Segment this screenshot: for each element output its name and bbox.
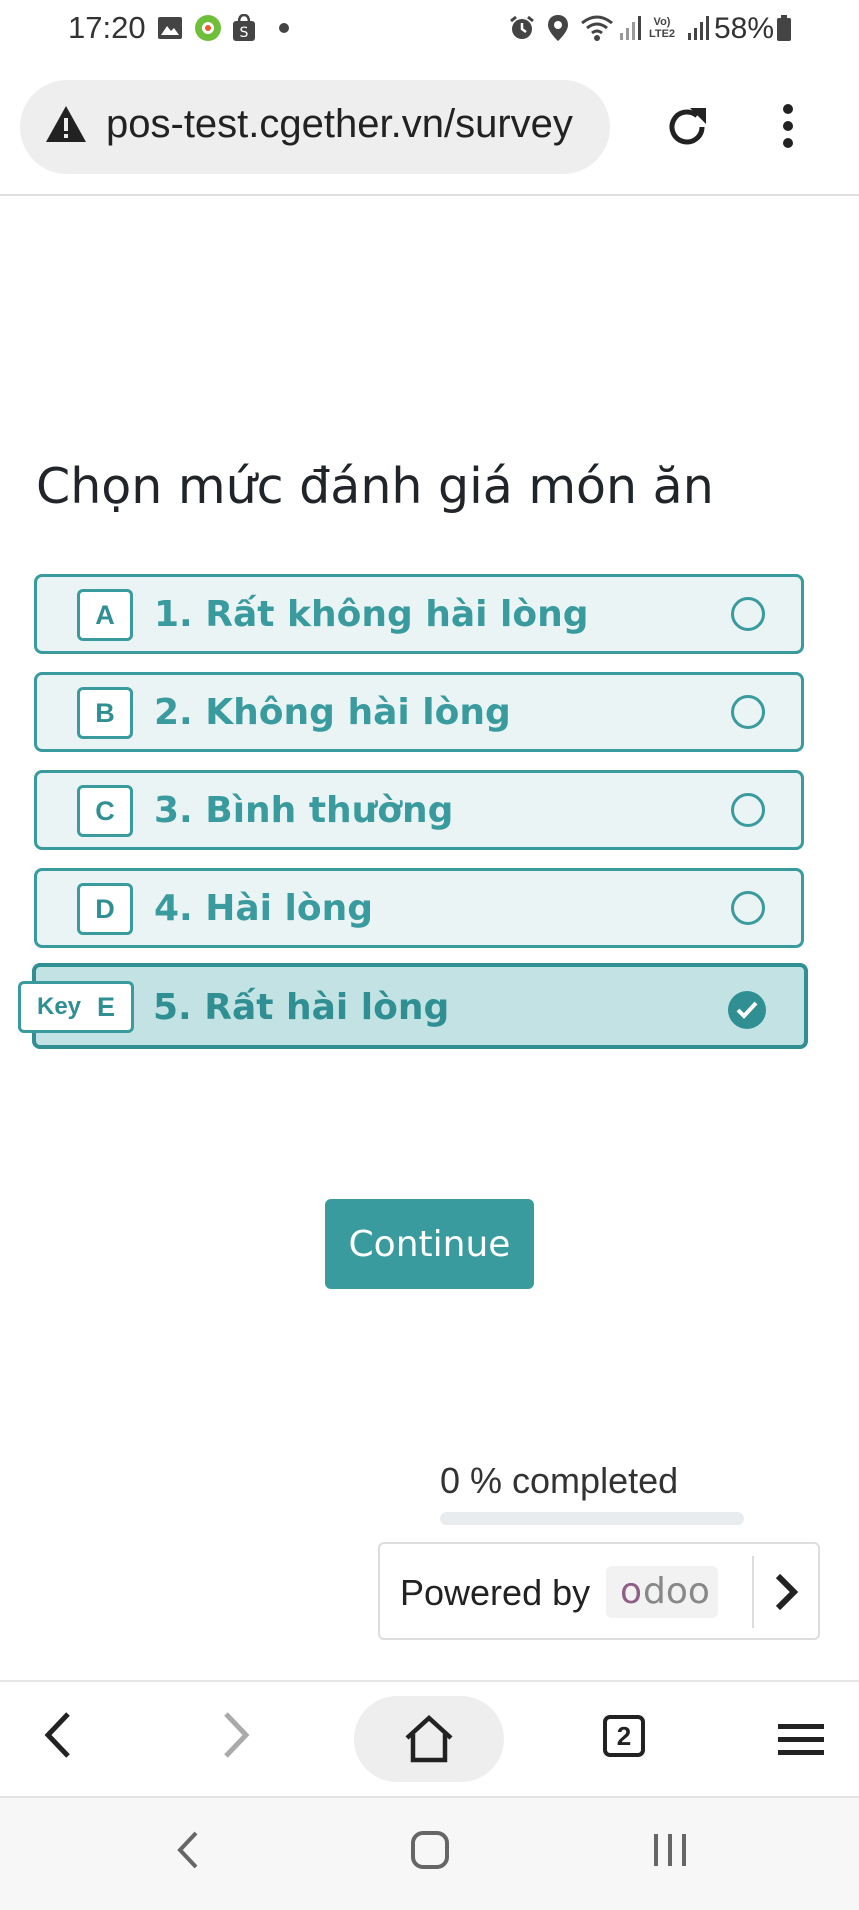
choice-key-e: Key E [18, 981, 134, 1033]
battery-icon [774, 14, 794, 42]
image-icon [156, 14, 184, 42]
location-icon [544, 14, 572, 42]
question-title: Chọn mức đánh giá món ăn [36, 458, 714, 515]
alarm-icon [508, 14, 536, 42]
radio-unchecked-icon[interactable] [731, 695, 765, 729]
status-bar: 17:20 S Vo) LTE2 58% [0, 0, 859, 60]
progress-label: 0 % completed [440, 1460, 679, 1501]
signal-icon [684, 14, 712, 42]
choice-key-a: A [77, 589, 133, 641]
tab-count-button[interactable]: 2 [603, 1715, 645, 1757]
dot-icon [270, 14, 298, 42]
odoo-logo-o: o [620, 1571, 643, 1612]
choice-label: 2. Không hài lòng [154, 692, 511, 733]
home-button[interactable] [354, 1696, 504, 1782]
battery-percent: 58% [714, 12, 775, 45]
radio-unchecked-icon[interactable] [731, 597, 765, 631]
app-icon [194, 14, 222, 42]
browser-bottom-toolbar: 2 [0, 1680, 859, 1798]
warning-icon[interactable] [44, 104, 88, 149]
choice-option-e[interactable]: Key E 5. Rất hài lòng [18, 963, 808, 1049]
system-back-icon[interactable] [176, 1830, 200, 1875]
radio-unchecked-icon[interactable] [731, 891, 765, 925]
reload-icon[interactable] [662, 102, 712, 157]
radio-unchecked-icon[interactable] [731, 793, 765, 827]
progress-bar [440, 1512, 744, 1525]
key-prefix-label: Key [36, 993, 82, 1020]
choice-key-d: D [77, 883, 133, 935]
wifi-icon [580, 14, 614, 42]
choice-option-a[interactable]: A 1. Rất không hài lòng [34, 574, 804, 654]
forward-arrow-icon[interactable] [218, 1710, 254, 1765]
svg-text:S: S [240, 25, 249, 41]
powered-by-panel[interactable]: Powered by o doo [378, 1542, 820, 1640]
menu-icon[interactable] [778, 1722, 824, 1763]
status-time: 17:20 [68, 10, 146, 45]
continue-button[interactable]: Continue [325, 1199, 534, 1289]
choice-label: 3. Bình thường [154, 790, 454, 831]
url-text[interactable]: pos-test.cgether.vn/survey [106, 102, 573, 147]
choice-label: 1. Rất không hài lòng [154, 594, 589, 635]
choice-option-b[interactable]: B 2. Không hài lòng [34, 672, 804, 752]
browser-toolbar: pos-test.cgether.vn/survey [0, 60, 859, 196]
system-recents-icon[interactable] [652, 1830, 688, 1875]
check-circle-icon[interactable] [728, 991, 766, 1029]
odoo-logo[interactable]: o doo [606, 1566, 718, 1618]
shopee-icon: S [230, 14, 258, 42]
system-navigation-bar [0, 1796, 859, 1910]
choice-key-c: C [77, 785, 133, 837]
divider [752, 1556, 754, 1628]
address-bar[interactable]: pos-test.cgether.vn/survey [20, 80, 610, 174]
choice-option-d[interactable]: D 4. Hài lòng [34, 868, 804, 948]
choice-key-b: B [77, 687, 133, 739]
volte-icon: Vo) LTE2 [648, 16, 676, 40]
powered-by-label: Powered by [400, 1572, 591, 1613]
signal-icon [616, 14, 644, 42]
choice-label: 5. Rất hài lòng [153, 987, 450, 1028]
system-home-icon[interactable] [410, 1830, 450, 1875]
odoo-logo-rest: doo [643, 1571, 710, 1612]
chevron-right-icon[interactable] [772, 1572, 800, 1617]
choice-label: 4. Hài lòng [154, 888, 374, 929]
choice-option-c[interactable]: C 3. Bình thường [34, 770, 804, 850]
key-letter: E [96, 991, 115, 1022]
more-menu-icon[interactable] [780, 104, 796, 153]
back-arrow-icon[interactable] [40, 1710, 76, 1765]
